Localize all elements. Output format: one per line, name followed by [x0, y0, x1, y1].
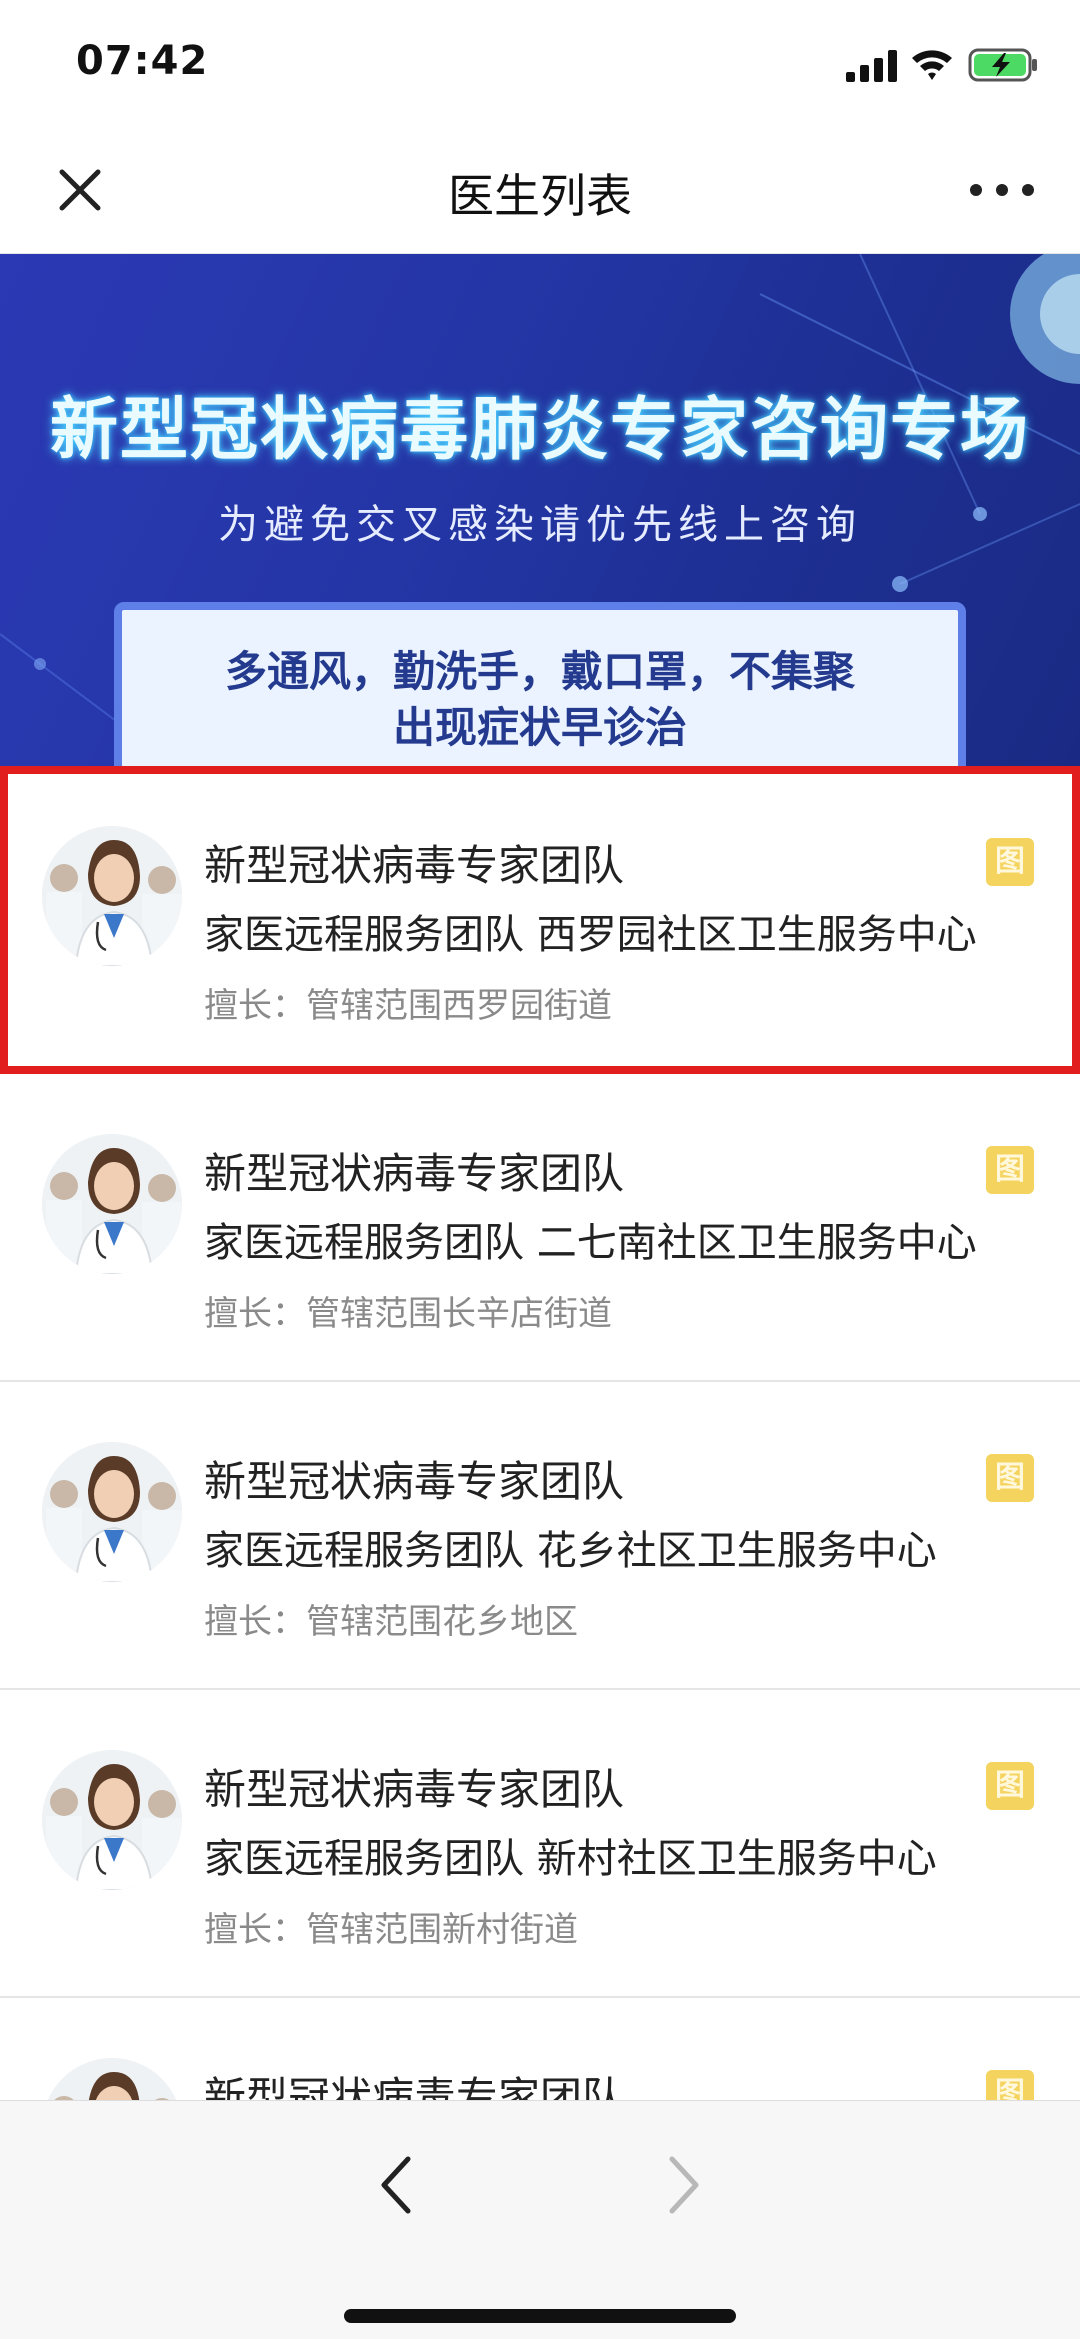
- home-indicator[interactable]: [344, 2309, 736, 2323]
- banner-tip-box: 多通风，勤洗手，戴口罩，不集聚 出现症状早诊治: [114, 602, 966, 766]
- status-time: 07:42: [76, 38, 209, 84]
- wifi-icon: [912, 50, 952, 80]
- doctor-team-name: 新型冠状病毒专家团队: [204, 841, 625, 890]
- banner-subtitle: 为避免交叉感染请优先线上咨询: [218, 502, 862, 548]
- image-consult-badge-icon: 图: [986, 1762, 1034, 1810]
- doctor-list-item[interactable]: 新型冠状病毒专家团队 家医远程服务团队 二七南社区卫生服务中心 擅长：管辖范围长…: [0, 1074, 1080, 1382]
- doctor-team-description: 家医远程服务团队 花乡社区卫生服务中心: [204, 1528, 937, 1574]
- doctor-avatar: [42, 1750, 182, 1890]
- cellular-signal-icon: [846, 50, 897, 82]
- doctor-list: 新型冠状病毒专家团队 家医远程服务团队 西罗园社区卫生服务中心 擅长：管辖范围西…: [0, 766, 1080, 2306]
- doctor-avatar: [42, 1442, 182, 1582]
- doctor-list-item[interactable]: 新型冠状病毒专家团队 家医远程服务团队 花乡社区卫生服务中心 擅长：管辖范围花乡…: [0, 1382, 1080, 1690]
- doctor-avatar: [42, 826, 182, 966]
- more-dots-icon[interactable]: [964, 158, 1040, 222]
- doctor-specialty: 擅长：管辖范围长辛店街道: [204, 1294, 612, 1334]
- doctor-list-item[interactable]: 新型冠状病毒专家团队 家医远程服务团队 新村社区卫生服务中心 擅长：管辖范围新村…: [0, 1690, 1080, 1998]
- banner-tip-line1: 多通风，勤洗手，戴口罩，不集聚: [224, 647, 855, 696]
- image-consult-badge-icon: 图: [986, 1454, 1034, 1502]
- doctor-team-name: 新型冠状病毒专家团队: [204, 1765, 625, 1814]
- doctor-specialty: 擅长：管辖范围西罗园街道: [204, 986, 612, 1026]
- page-title: 医生列表: [448, 169, 632, 223]
- doctor-team-name: 新型冠状病毒专家团队: [204, 1149, 625, 1198]
- doctor-list-item[interactable]: 新型冠状病毒专家团队 家医远程服务团队 西罗园社区卫生服务中心 擅长：管辖范围西…: [0, 766, 1080, 1074]
- doctor-team-name: 新型冠状病毒专家团队: [204, 1457, 625, 1506]
- promo-banner[interactable]: 新型冠状病毒肺炎专家咨询专场 为避免交叉感染请优先线上咨询 多通风，勤洗手，戴口…: [0, 254, 1080, 766]
- doctor-specialty: 擅长：管辖范围花乡地区: [204, 1602, 578, 1642]
- image-consult-badge-icon: 图: [986, 838, 1034, 886]
- doctor-avatar: [42, 1134, 182, 1274]
- bottom-toolbar: [0, 2100, 1080, 2339]
- image-consult-badge-icon: 图: [986, 1146, 1034, 1194]
- banner-title: 新型冠状病毒肺炎专家咨询专场: [49, 391, 1030, 470]
- status-bar: 07:42: [0, 0, 1080, 130]
- doctor-specialty: 擅长：管辖范围新村街道: [204, 1910, 578, 1950]
- chevron-right-icon[interactable]: [654, 2145, 714, 2225]
- battery-charging-icon: [968, 48, 1037, 82]
- nav-bar: 医生列表: [0, 130, 1080, 254]
- chevron-left-icon[interactable]: [366, 2145, 426, 2225]
- doctor-team-description: 家医远程服务团队 二七南社区卫生服务中心: [204, 1220, 977, 1266]
- banner-tip-line2: 出现症状早诊治: [392, 703, 687, 752]
- doctor-team-description: 家医远程服务团队 新村社区卫生服务中心: [204, 1836, 937, 1882]
- doctor-team-description: 家医远程服务团队 西罗园社区卫生服务中心: [204, 912, 977, 958]
